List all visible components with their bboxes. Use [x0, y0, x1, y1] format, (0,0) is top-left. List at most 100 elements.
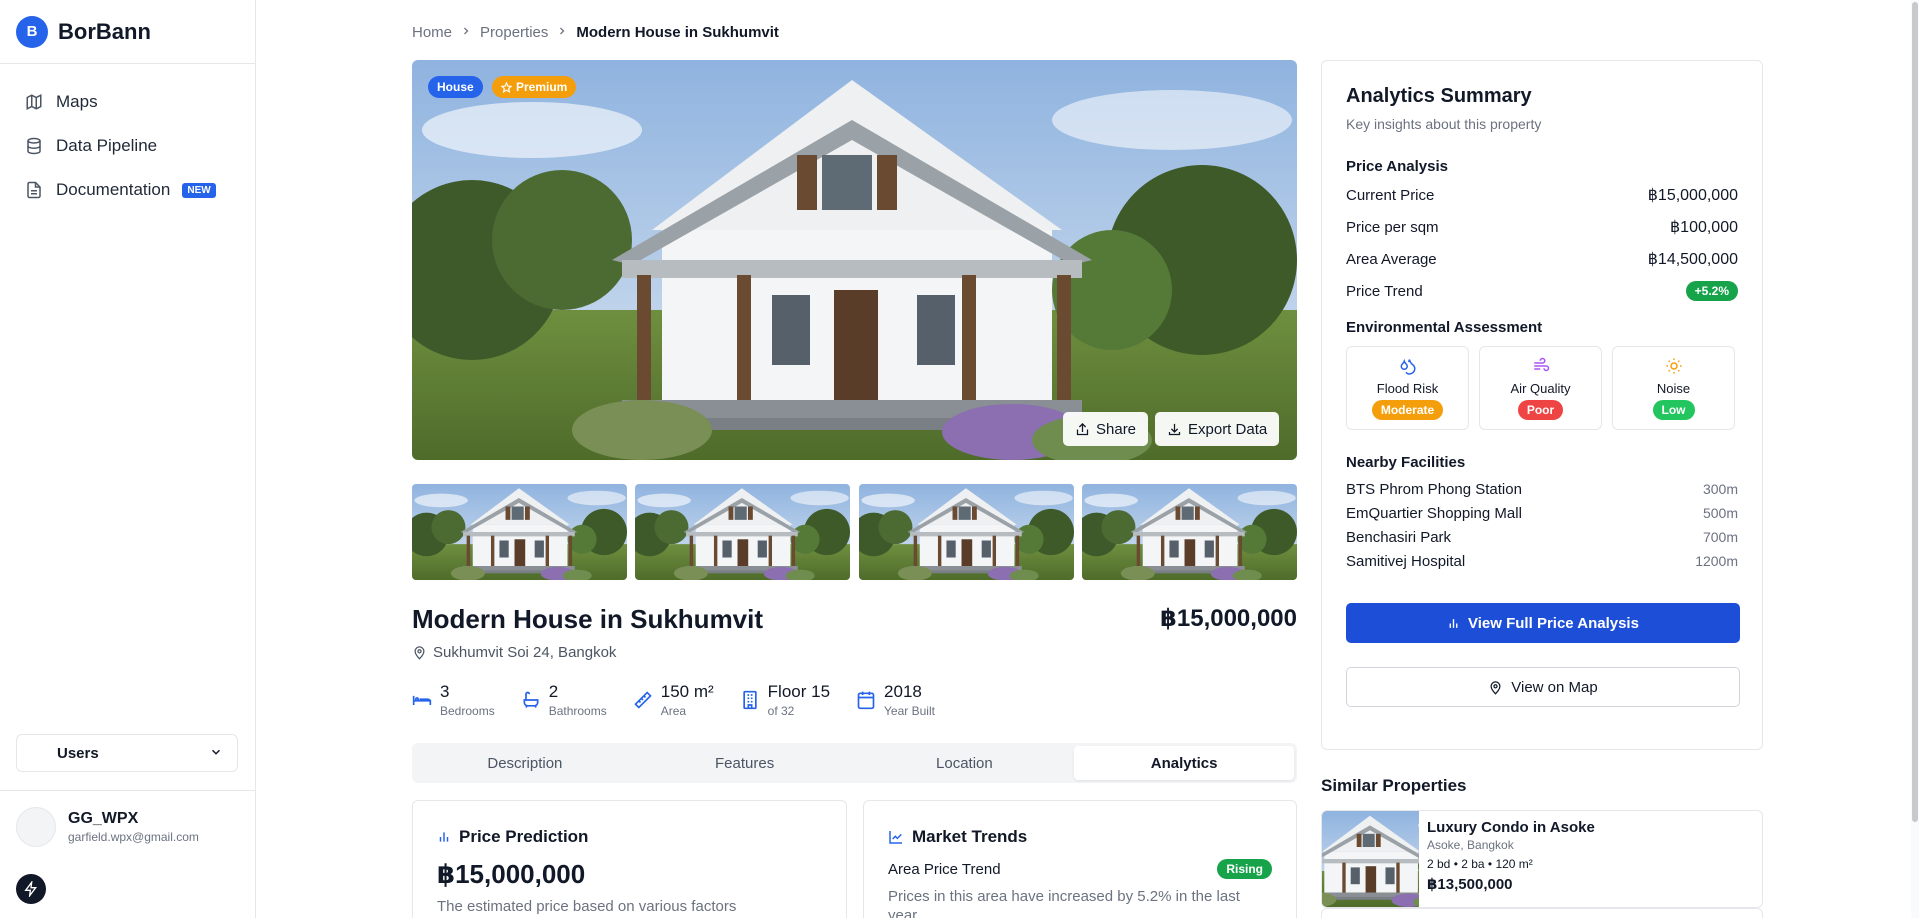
thumbnail[interactable]: [412, 484, 627, 580]
price-prediction-card: Price Prediction ฿15,000,000 The estimat…: [412, 800, 847, 918]
price-prediction-title: Price Prediction: [437, 827, 822, 847]
tag-premium-label: Premium: [516, 80, 568, 94]
tab-list: Description Features Location Analytics: [412, 743, 1297, 783]
row-value: ฿100,000: [1669, 219, 1738, 236]
stat-value: 2: [548, 682, 559, 701]
tab-features[interactable]: Features: [635, 746, 855, 780]
current-price-row: Current Price ฿15,000,000: [1346, 179, 1738, 211]
ruler-icon: [634, 691, 652, 709]
row-value: ฿14,500,000: [1647, 251, 1738, 268]
area-average-row: Area Average ฿14,500,000: [1346, 243, 1738, 275]
brand-name: BorBann: [58, 18, 151, 44]
wind-icon: [1533, 357, 1549, 372]
stat-area: 150 m² Area: [633, 682, 714, 718]
breadcrumb-home[interactable]: Home: [412, 24, 452, 41]
air-quality-badge: Poor: [1517, 400, 1564, 420]
tab-analytics[interactable]: Analytics: [1074, 746, 1294, 780]
thumbnail-image: [1082, 484, 1297, 580]
thumbnail[interactable]: [1082, 484, 1297, 580]
sun-icon: [1666, 358, 1681, 374]
sidebar-nav: Maps Data Pipeline Documentation NEW: [0, 64, 255, 212]
property-stats: 3 Bedrooms 2 Bathrooms 150 m² Area Floor 15…: [412, 682, 961, 718]
similar-property-location: Asoke, Bangkok: [1427, 838, 1514, 852]
similar-property-card[interactable]: Luxury Condo in Asoke Asoke, Bangkok 2 b…: [1321, 810, 1763, 908]
facility-distance: 700m: [1702, 529, 1738, 545]
thumbnail[interactable]: [635, 484, 850, 580]
brand-logo: B: [16, 15, 48, 48]
facility-distance: 1200m: [1695, 553, 1738, 569]
map-icon: [24, 92, 44, 112]
property-price: ฿15,000,000: [1160, 605, 1297, 632]
role-select[interactable]: Users: [16, 734, 238, 772]
new-badge: NEW: [182, 182, 216, 198]
tab-location[interactable]: Location: [855, 746, 1075, 780]
breadcrumb-properties[interactable]: Properties: [480, 24, 548, 41]
sidebar-item-data-pipeline[interactable]: Data Pipeline: [0, 124, 255, 168]
price-trend-badge: +5.2%: [1685, 281, 1738, 301]
card-title-text: Market Trends: [912, 827, 1028, 846]
air-quality-box: Air Quality Poor: [1479, 346, 1602, 430]
role-select-value: Users: [57, 744, 99, 762]
thumbnail-image: [412, 484, 627, 580]
property-location: Sukhumvit Soi 24, Bangkok: [412, 644, 616, 661]
nearby-facilities-title: Nearby Facilities: [1346, 454, 1466, 471]
flood-risk-box: Flood Risk Moderate: [1346, 346, 1469, 430]
market-trend-description: Prices in this area have increased by 5.…: [888, 888, 1240, 918]
environment-grid: Flood Risk Moderate Air Quality Poor Noi…: [1346, 346, 1738, 430]
stat-label: Bedrooms: [440, 704, 495, 718]
lightning-icon: [24, 881, 37, 897]
thumbnail-strip: [412, 484, 1297, 580]
document-icon: [24, 180, 44, 200]
tab-description[interactable]: Description: [415, 746, 635, 780]
rising-badge: Rising: [1217, 859, 1272, 879]
stat-label: Year Built: [884, 704, 935, 718]
similar-properties-title: Similar Properties: [1321, 776, 1467, 795]
row-label: Price Trend: [1346, 282, 1423, 300]
row-label: Area Average: [1346, 250, 1437, 268]
house-photo: [412, 60, 1297, 460]
stat-year-built: 2018 Year Built: [856, 682, 935, 718]
page-scrollbar[interactable]: [1911, 0, 1919, 918]
bar-chart-icon: [1449, 618, 1458, 628]
bed-icon: [412, 695, 432, 705]
facility-name: BTS Phrom Phong Station: [1346, 480, 1522, 498]
market-trends-card: Market Trends Area Price Trend Rising Pr…: [863, 800, 1297, 918]
sidebar-item-maps[interactable]: Maps: [0, 80, 255, 124]
view-full-price-analysis-button[interactable]: View Full Price Analysis: [1346, 603, 1740, 643]
row-label: Price per sqm: [1346, 218, 1439, 236]
thumbnail[interactable]: [859, 484, 1074, 580]
facility-row: Benchasiri Park 700m: [1346, 525, 1738, 549]
view-on-map-button[interactable]: View on Map: [1346, 667, 1740, 707]
noise-badge: Low: [1652, 400, 1695, 420]
analytics-summary-subtitle: Key insights about this property: [1346, 116, 1542, 132]
sidebar: B BorBann Maps Data Pipeline Documentati…: [0, 0, 256, 918]
env-label: Air Quality: [1510, 381, 1571, 396]
line-chart-icon: [889, 831, 902, 844]
lightning-button[interactable]: [16, 874, 46, 904]
user-profile[interactable]: GG_WPX garfield.wpx@gmail.com: [0, 791, 255, 847]
download-icon: [1168, 423, 1181, 435]
database-icon: [24, 136, 44, 156]
sidebar-item-documentation[interactable]: Documentation NEW: [0, 168, 255, 212]
user-name: GG_WPX: [68, 810, 139, 827]
share-button[interactable]: Share: [1063, 412, 1149, 446]
export-data-button[interactable]: Export Data: [1155, 412, 1280, 446]
bath-icon: [523, 691, 539, 708]
stat-value: Floor 15: [767, 682, 831, 701]
facility-name: Samitivej Hospital: [1346, 552, 1466, 570]
similar-property-photo: [1322, 811, 1419, 907]
stat-value: 3: [440, 682, 450, 701]
facility-distance: 300m: [1702, 481, 1738, 497]
tag-house: House: [428, 76, 483, 98]
scrollbar-thumb[interactable]: [1912, 2, 1918, 822]
stat-value: 150 m²: [660, 682, 714, 701]
card-title-text: Price Prediction: [459, 827, 589, 846]
similar-property-image: [1322, 811, 1419, 907]
brand[interactable]: B BorBann: [0, 0, 255, 64]
stat-label: Area: [660, 704, 687, 718]
facility-name: EmQuartier Shopping Mall: [1346, 504, 1522, 522]
row-value: ฿15,000,000: [1647, 187, 1738, 204]
price-per-sqm-row: Price per sqm ฿100,000: [1346, 211, 1738, 243]
hero-image[interactable]: House Premium Share Export Data: [412, 60, 1297, 460]
similar-property-card[interactable]: [1321, 908, 1763, 918]
